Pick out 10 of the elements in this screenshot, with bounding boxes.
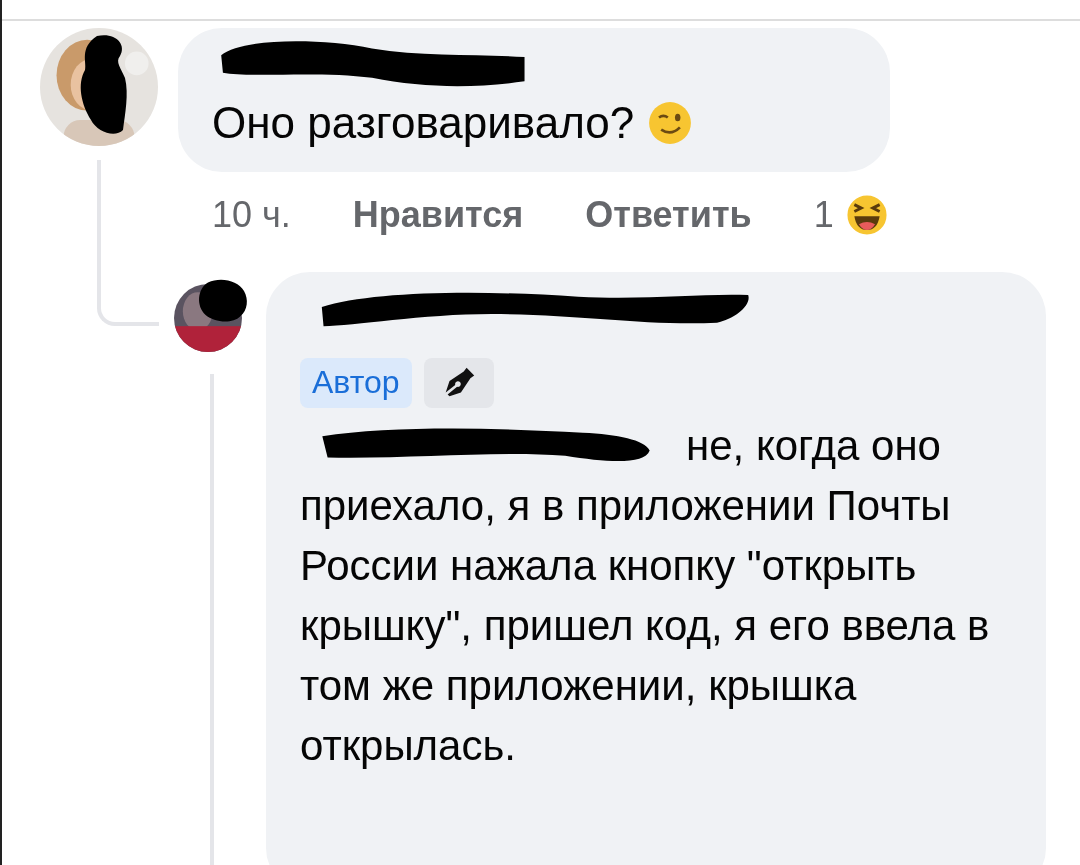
reply-text: приехало, я в приложении Почты России нажала кнопку "открыть крышку", пришел код, я его ввела в том же приложении, крышка открылась.: [300, 481, 991, 771]
wink-emoji-icon: [648, 101, 693, 145]
reaction-count[interactable]: 1: [813, 194, 834, 236]
author-badge: Автор: [300, 358, 412, 408]
comment-time: 10 ч.: [212, 194, 291, 236]
fountain-pen-icon: [423, 358, 494, 408]
comment-action-link[interactable]: Ответить: [585, 194, 752, 236]
reply-text: не, когда оно: [686, 421, 941, 471]
comment-text: Оно разговаривало?: [212, 98, 635, 148]
comment-action-link[interactable]: Нравится: [352, 194, 524, 236]
